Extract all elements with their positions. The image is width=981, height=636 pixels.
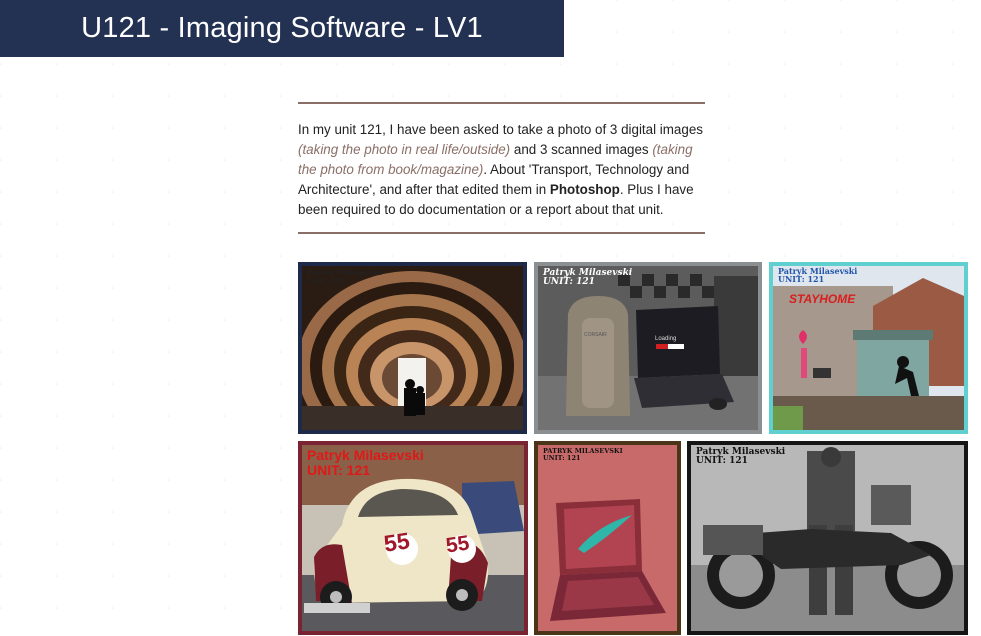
laptop-image: [538, 445, 677, 631]
gallery-photo-laptop[interactable]: PATRYK MILASEVSKI UNIT: 121: [534, 441, 681, 635]
intro-bold-photoshop: Photoshop: [549, 182, 620, 197]
gallery-photo-stayhome[interactable]: STAYHOME Patryk Milasevski UNIT: 121: [769, 262, 968, 434]
gallery-photo-tunnel[interactable]: Patryk Milasevski Unit: 121: [298, 262, 527, 434]
gallery-photo-chair-laptop[interactable]: Loading CORSAIR Patryk Milasevski UNIT: …: [534, 262, 762, 434]
photo-watermark-unit: UNIT: 121: [778, 274, 825, 285]
photo-watermark-unit: UNIT: 121: [696, 456, 748, 467]
laptop-screen-text: Loading: [655, 336, 677, 342]
gallery-photo-motorcycle[interactable]: Patryk Milasevski UNIT: 121: [687, 441, 968, 635]
page-title: U121 - Imaging Software - LV1: [81, 12, 483, 44]
stayhome-image: [773, 266, 964, 430]
tunnel-image: [302, 266, 523, 430]
photo-watermark-unit: UNIT: 121: [543, 453, 581, 462]
intro-paragraph: In my unit 121, I have been asked to tak…: [298, 120, 705, 220]
chair-laptop-image: [538, 266, 758, 430]
race-number-side: 55: [382, 527, 412, 557]
intro-text-2: and 3 scanned images: [510, 142, 653, 157]
race-number-door: 55: [444, 531, 471, 558]
photo-watermark-unit: UNIT: 121: [307, 461, 371, 478]
photo-watermark-unit: Unit: 121: [307, 275, 347, 285]
photo-watermark-unit: UNIT: 121: [543, 277, 595, 288]
chair-brand-text: CORSAIR: [584, 332, 607, 338]
intro-section: In my unit 121, I have been asked to tak…: [298, 102, 705, 234]
photo-watermark-name: Patryk Milasevski: [307, 447, 424, 463]
gallery-photo-citroen[interactable]: 55 55 Patryk Milasevski UNIT: 121: [298, 441, 528, 635]
mural-text: STAYHOME: [789, 292, 856, 306]
motorcycle-image: [691, 445, 964, 631]
intro-italic-1: (taking the photo in real life/outside): [298, 142, 511, 157]
intro-text-1: In my unit 121, I have been asked to tak…: [298, 122, 703, 137]
page-title-bar: U121 - Imaging Software - LV1: [0, 0, 564, 57]
